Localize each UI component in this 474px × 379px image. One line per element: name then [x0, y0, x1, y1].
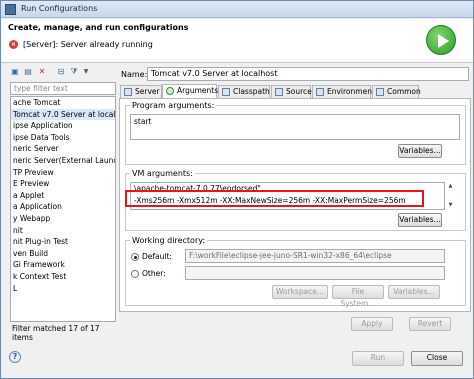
source-icon [275, 88, 283, 96]
help-icon[interactable]: ? [9, 351, 21, 363]
tree-item[interactable]: ipse Application [11, 120, 115, 132]
delete-icon[interactable]: ✕ [37, 67, 47, 77]
tab-classpath[interactable]: Classpath [218, 85, 270, 98]
dialog-header: Create, manage, and run configurations ×… [1, 19, 473, 63]
program-arguments-label: Program arguments: [130, 101, 217, 110]
apply-button[interactable]: Apply [351, 317, 393, 331]
working-directory-group: Working directory: Default: F:\workFile\… [125, 236, 466, 308]
collapse-all-icon[interactable]: ⊟ [56, 67, 66, 77]
common-icon [376, 88, 384, 96]
working-directory-label: Working directory: [130, 236, 208, 245]
duplicate-icon[interactable]: ▤ [23, 67, 33, 77]
tab-common[interactable]: Common [372, 85, 421, 98]
dialog-heading: Create, manage, and run configurations [8, 23, 189, 32]
new-config-icon[interactable]: ▣ [10, 67, 20, 77]
default-directory-field: F:\workFile\eclipse-jee-juno-SR1-win32-x… [185, 249, 445, 263]
tree-item[interactable]: ache Tomcat [11, 97, 115, 109]
vm-variables-button[interactable]: Variables... [398, 213, 442, 227]
tree-item[interactable]: a Application [11, 201, 115, 213]
name-label: Name: [121, 70, 148, 79]
config-toolbar: ▣ ▤ ✕ ⊟ ⧩ ▼ [6, 65, 117, 79]
tree-item[interactable]: neric Server [11, 143, 115, 155]
view-menu-icon[interactable]: ▼ [81, 67, 91, 77]
configuration-tree[interactable]: ache Tomcat Tomcat v7.0 Server at localho… [10, 96, 116, 322]
tree-item[interactable]: y Webapp [11, 213, 115, 225]
vm-args-highlight-box [125, 190, 424, 207]
revert-button[interactable]: Revert [409, 317, 451, 331]
tree-item[interactable]: a Applet [11, 190, 115, 202]
editor-tabs: Server Arguments Classpath Source Enviro… [119, 84, 471, 98]
tree-item[interactable]: nit Plug-in Test [11, 236, 115, 248]
classpath-icon [222, 88, 230, 96]
environment-icon [316, 88, 324, 96]
window-title: Run Configurations [21, 4, 98, 13]
vm-arguments-label: VM arguments: [130, 169, 195, 178]
name-field[interactable]: Tomcat v7.0 Server at localhost [147, 67, 469, 81]
working-variables-button[interactable]: Variables... [388, 285, 440, 299]
program-variables-button[interactable]: Variables... [398, 144, 442, 158]
other-radio[interactable] [131, 270, 139, 278]
default-label: Default: [142, 252, 172, 261]
error-icon: × [9, 40, 18, 49]
configuration-list-panel: ▣ ▤ ✕ ⊟ ⧩ ▼ type filter text ache Tomcat… [6, 65, 117, 342]
scroll-down-icon[interactable]: ▼ [446, 202, 455, 209]
run-banner-icon [426, 25, 456, 55]
close-button[interactable]: Close [411, 351, 463, 366]
default-radio[interactable] [131, 253, 139, 261]
tree-item[interactable]: nit [11, 225, 115, 237]
tab-server[interactable]: Server [120, 85, 162, 98]
tree-item[interactable]: Gi Framework [11, 259, 115, 271]
tree-item[interactable]: k Context Test [11, 271, 115, 283]
program-arguments-group: Program arguments: start Variables... [125, 101, 466, 165]
other-label: Other: [142, 269, 166, 278]
tree-item[interactable]: neric Server(External Launch) [11, 155, 115, 167]
tree-item[interactable]: ven Build [11, 248, 115, 260]
server-icon [124, 88, 132, 96]
filter-icon[interactable]: ⧩ [69, 67, 79, 77]
other-directory-field [185, 266, 445, 280]
file-system-button[interactable]: File System... [332, 285, 384, 308]
tree-item[interactable]: E Preview [11, 178, 115, 190]
filter-input[interactable]: type filter text [10, 82, 116, 95]
run-button[interactable]: Run [352, 351, 404, 366]
tree-item[interactable]: Tomcat v7.0 Server at localho [11, 108, 115, 121]
arguments-icon [166, 87, 174, 95]
tree-item[interactable]: ipse Data Tools [11, 132, 115, 144]
tree-item[interactable]: L [11, 283, 115, 295]
tab-environment[interactable]: Environment [312, 85, 375, 98]
tab-source[interactable]: Source [271, 85, 312, 98]
tree-item[interactable]: TP Preview [11, 167, 115, 179]
app-icon [5, 4, 16, 15]
title-bar: Run Configurations [1, 1, 473, 18]
status-message: [Server]: Server already running [23, 40, 153, 49]
run-configurations-window: Run Configurations Create, manage, and r… [0, 0, 474, 379]
program-arguments-field[interactable]: start [130, 114, 460, 140]
filter-status: Filter matched 17 of 17 items [12, 324, 100, 342]
tab-arguments[interactable]: Arguments [162, 84, 218, 98]
scroll-up-icon[interactable]: ▲ [446, 183, 455, 190]
workspace-button[interactable]: Workspace... [272, 285, 328, 299]
